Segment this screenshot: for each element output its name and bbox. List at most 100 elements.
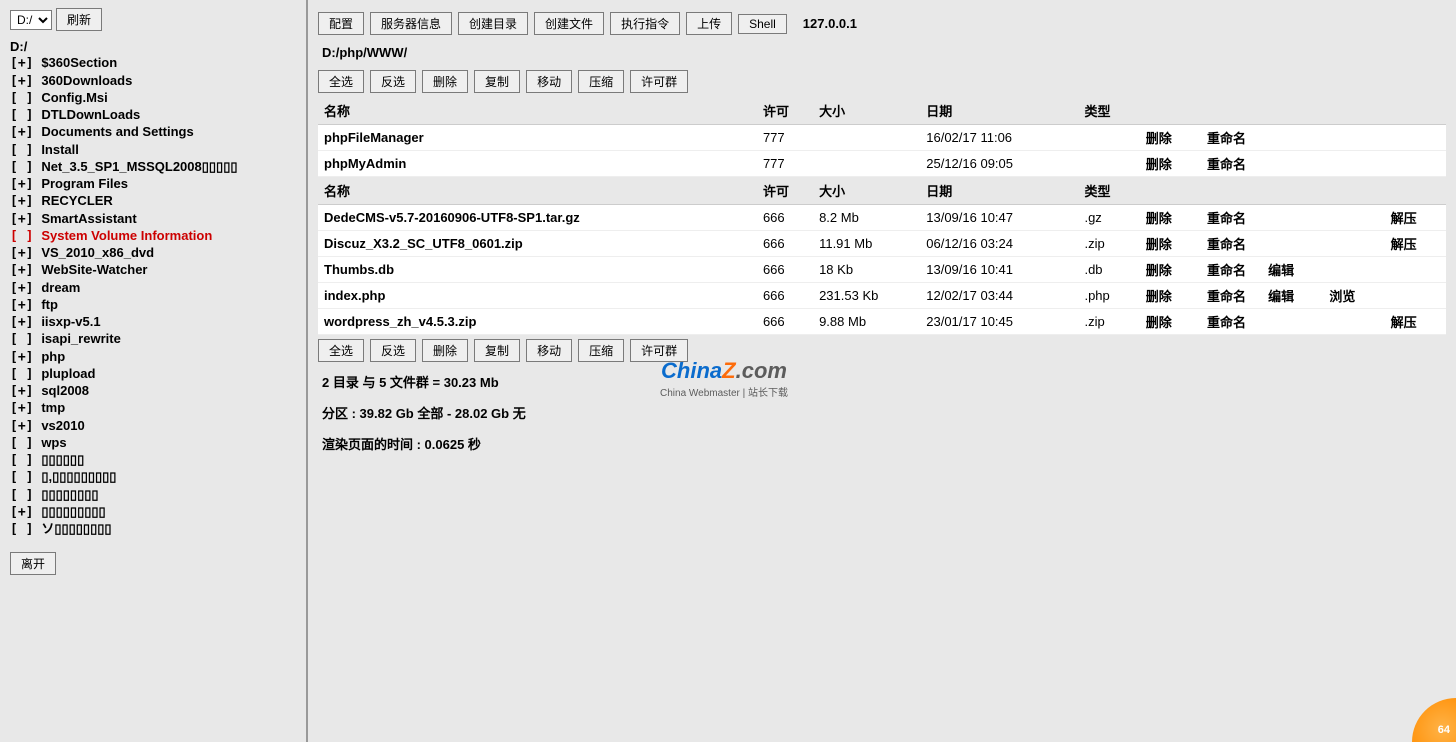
- drive-select[interactable]: D:/: [10, 10, 52, 30]
- tree-item[interactable]: [+] RECYCLER: [10, 193, 296, 210]
- toolbar-button[interactable]: 配置: [318, 12, 364, 35]
- compress-button-2[interactable]: 压缩: [578, 339, 624, 362]
- row-extract[interactable]: 解压: [1385, 231, 1446, 257]
- tree-item[interactable]: [ ] ▯▯▯▯▯▯: [10, 452, 296, 469]
- select-all-button-2[interactable]: 全选: [318, 339, 364, 362]
- row-delete[interactable]: 删除: [1140, 125, 1201, 151]
- row-view[interactable]: 浏览: [1323, 283, 1384, 309]
- file-row[interactable]: Thumbs.db66618 Kb13/09/16 10:41.db删除重命名编…: [318, 257, 1446, 283]
- header2-size[interactable]: 大小: [813, 177, 920, 205]
- tree-item[interactable]: [+] SmartAssistant: [10, 211, 296, 228]
- row-edit[interactable]: [1262, 231, 1323, 257]
- row-delete[interactable]: 删除: [1140, 151, 1201, 177]
- row-delete[interactable]: 删除: [1140, 205, 1201, 231]
- row-edit[interactable]: 编辑: [1262, 257, 1323, 283]
- header2-name[interactable]: 名称: [318, 177, 757, 205]
- tree-item[interactable]: [ ] ▯,▯▯▯▯▯▯▯▯▯: [10, 469, 296, 486]
- row-rename[interactable]: 重命名: [1201, 309, 1262, 335]
- file-name[interactable]: DedeCMS-v5.7-20160906-UTF8-SP1.tar.gz: [318, 205, 757, 231]
- row-view[interactable]: [1323, 205, 1384, 231]
- tree-item[interactable]: [ ] ソ▯▯▯▯▯▯▯▯: [10, 521, 296, 538]
- row-edit[interactable]: [1262, 205, 1323, 231]
- invert-select-button[interactable]: 反选: [370, 70, 416, 93]
- row-edit[interactable]: 编辑: [1262, 283, 1323, 309]
- toolbar-button[interactable]: 执行指令: [610, 12, 680, 35]
- tree-item[interactable]: [ ] ▯▯▯▯▯▯▯▯: [10, 487, 296, 504]
- delete-button-2[interactable]: 删除: [422, 339, 468, 362]
- header-perm[interactable]: 许可: [757, 97, 813, 125]
- toolbar-button[interactable]: 服务器信息: [370, 12, 452, 35]
- header2-type[interactable]: 类型: [1078, 177, 1139, 205]
- row-extract[interactable]: 解压: [1385, 309, 1446, 335]
- depart-button[interactable]: 离开: [10, 552, 56, 575]
- row-rename[interactable]: 重命名: [1201, 257, 1262, 283]
- tree-item[interactable]: [+] ▯▯▯▯▯▯▯▯▯: [10, 504, 296, 521]
- permgroup-button[interactable]: 许可群: [630, 70, 688, 93]
- header2-perm[interactable]: 许可: [757, 177, 813, 205]
- tree-item[interactable]: [+] sql2008: [10, 383, 296, 400]
- row-delete[interactable]: 删除: [1140, 257, 1201, 283]
- tree-item[interactable]: [ ] wps: [10, 435, 296, 452]
- refresh-button[interactable]: 刷新: [56, 8, 102, 31]
- tree-item[interactable]: [+] iisxp-v5.1: [10, 314, 296, 331]
- tree-item[interactable]: [+] VS_2010_x86_dvd: [10, 245, 296, 262]
- file-name[interactable]: wordpress_zh_v4.5.3.zip: [318, 309, 757, 335]
- row-delete[interactable]: 删除: [1140, 283, 1201, 309]
- row-rename[interactable]: 重命名: [1201, 151, 1262, 177]
- file-row[interactable]: Discuz_X3.2_SC_UTF8_0601.zip66611.91 Mb0…: [318, 231, 1446, 257]
- header-name[interactable]: 名称: [318, 97, 757, 125]
- header-type[interactable]: 类型: [1078, 97, 1139, 125]
- tree-item[interactable]: [+] $360Section: [10, 55, 296, 72]
- tree-item[interactable]: [ ] isapi_rewrite: [10, 331, 296, 348]
- move-button[interactable]: 移动: [526, 70, 572, 93]
- row-rename[interactable]: 重命名: [1201, 283, 1262, 309]
- tree-item[interactable]: [+] dream: [10, 280, 296, 297]
- delete-button[interactable]: 删除: [422, 70, 468, 93]
- row-rename[interactable]: 重命名: [1201, 205, 1262, 231]
- tree-item[interactable]: [+] Documents and Settings: [10, 124, 296, 141]
- tree-item[interactable]: [+] vs2010: [10, 418, 296, 435]
- tree-root[interactable]: D:/: [10, 39, 296, 55]
- dir-name[interactable]: phpFileManager: [318, 125, 757, 151]
- permgroup-button-2[interactable]: 许可群: [630, 339, 688, 362]
- copy-button[interactable]: 复制: [474, 70, 520, 93]
- file-name[interactable]: Discuz_X3.2_SC_UTF8_0601.zip: [318, 231, 757, 257]
- file-name[interactable]: index.php: [318, 283, 757, 309]
- dir-name[interactable]: phpMyAdmin: [318, 151, 757, 177]
- row-view[interactable]: [1323, 231, 1384, 257]
- row-rename[interactable]: 重命名: [1201, 125, 1262, 151]
- toolbar-button[interactable]: 创建文件: [534, 12, 604, 35]
- tree-item[interactable]: [+] ftp: [10, 297, 296, 314]
- row-delete[interactable]: 删除: [1140, 231, 1201, 257]
- tree-item[interactable]: [+] tmp: [10, 400, 296, 417]
- row-rename[interactable]: 重命名: [1201, 231, 1262, 257]
- tree-item[interactable]: [ ] plupload: [10, 366, 296, 383]
- row-extract[interactable]: [1385, 257, 1446, 283]
- toolbar-button[interactable]: 创建目录: [458, 12, 528, 35]
- tree-item[interactable]: [ ] DTLDownLoads: [10, 107, 296, 124]
- copy-button-2[interactable]: 复制: [474, 339, 520, 362]
- row-extract[interactable]: [1385, 283, 1446, 309]
- select-all-button[interactable]: 全选: [318, 70, 364, 93]
- file-row[interactable]: wordpress_zh_v4.5.3.zip6669.88 Mb23/01/1…: [318, 309, 1446, 335]
- tree-item[interactable]: [ ] Net_3.5_SP1_MSSQL2008▯▯▯▯▯: [10, 159, 296, 176]
- compress-button[interactable]: 压缩: [578, 70, 624, 93]
- tree-item[interactable]: [ ] System Volume Information: [10, 228, 296, 245]
- invert-select-button-2[interactable]: 反选: [370, 339, 416, 362]
- file-name[interactable]: Thumbs.db: [318, 257, 757, 283]
- row-view[interactable]: [1323, 309, 1384, 335]
- row-extract[interactable]: 解压: [1385, 205, 1446, 231]
- row-edit[interactable]: [1262, 309, 1323, 335]
- header2-date[interactable]: 日期: [920, 177, 1078, 205]
- tree-item[interactable]: [+] 360Downloads: [10, 73, 296, 90]
- breadcrumb[interactable]: D:/php/WWW/: [318, 39, 1446, 66]
- tree-item[interactable]: [+] Program Files: [10, 176, 296, 193]
- toolbar-button[interactable]: 上传: [686, 12, 732, 35]
- file-row[interactable]: DedeCMS-v5.7-20160906-UTF8-SP1.tar.gz666…: [318, 205, 1446, 231]
- header-size[interactable]: 大小: [813, 97, 920, 125]
- dir-row[interactable]: phpMyAdmin77725/12/16 09:05删除重命名: [318, 151, 1446, 177]
- move-button-2[interactable]: 移动: [526, 339, 572, 362]
- toolbar-button[interactable]: Shell: [738, 14, 787, 34]
- tree-item[interactable]: [ ] Config.Msi: [10, 90, 296, 107]
- tree-item[interactable]: [+] WebSite-Watcher: [10, 262, 296, 279]
